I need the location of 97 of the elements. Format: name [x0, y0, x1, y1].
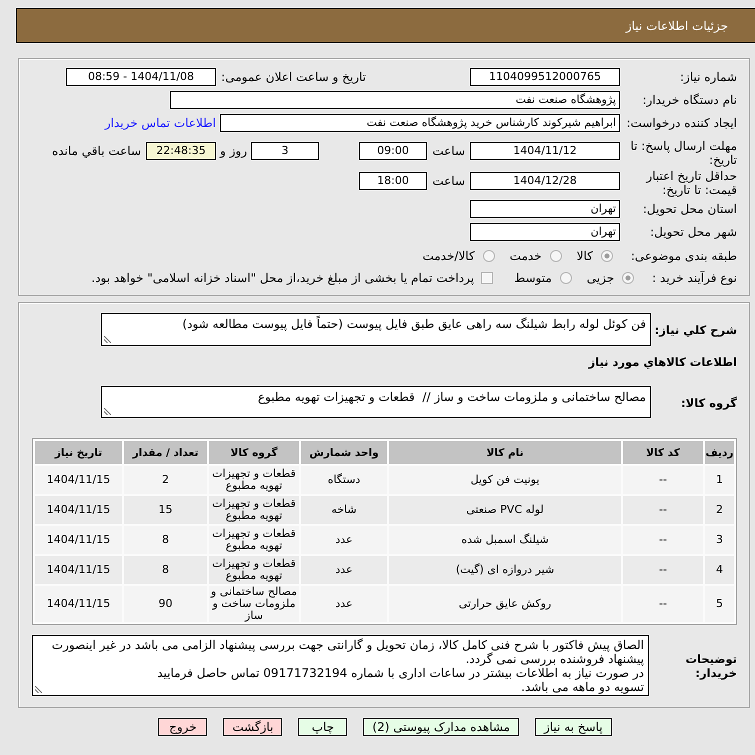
- checkbox[interactable]: [481, 272, 494, 284]
- field-label: مهلت ارسال پاسخ: تا تاریخ:: [629, 139, 737, 167]
- table-cell: --: [623, 556, 703, 584]
- page-title: جزئیات اطلاعات نیاز: [626, 18, 728, 32]
- announce-date-field[interactable]: 1404/11/08 - 08:59: [66, 68, 216, 86]
- field-label: نام دستگاه خریدار:: [642, 93, 737, 107]
- goods-group-field[interactable]: مصالح ساختمانی و ملزومات ساخت و ساز // قطعات و تجهیزات تهویه مطبوع: [101, 386, 651, 418]
- option-label: خدمت: [510, 249, 542, 263]
- days-label: روز و: [218, 143, 247, 160]
- table-cell: 5: [705, 586, 734, 622]
- province-field[interactable]: تهران: [470, 200, 620, 218]
- table-cell: لوله PVC صنعتی: [389, 496, 621, 524]
- field-label: استان محل تحویل:: [642, 202, 737, 216]
- field-label: طبقه بندی موضوعی:: [630, 249, 737, 263]
- table-cell: 1404/11/15: [35, 496, 122, 524]
- table-cell: شیلنگ اسمبل شده: [389, 526, 621, 554]
- table-cell: 4: [705, 556, 734, 584]
- field-label: شماره نیاز:: [679, 70, 737, 84]
- table-cell: یونیت فن کویل: [389, 466, 621, 494]
- table-cell: قطعات و تجهیزات تهویه مطبوع: [209, 496, 299, 524]
- radio-button[interactable]: [622, 272, 634, 284]
- radio-button[interactable]: [560, 272, 572, 284]
- time-field[interactable]: 09:00: [359, 142, 427, 160]
- table-cell: 3: [705, 526, 734, 554]
- table-cell: 8: [124, 556, 207, 584]
- table-cell: 1404/11/15: [35, 586, 122, 622]
- resize-grip-icon[interactable]: [104, 408, 111, 415]
- table-cell: 1404/11/15: [35, 556, 122, 584]
- buyer-notes-field[interactable]: الصاق پیش فاکتور با شرح فنی کامل کالا، زمان تحویل و گارانتی جهت بررسی پیشنهاد الزامی می باشد در غیر اینصورت پیشنهاد فروشنده بررسی نمی گردد. در صورت نیاز به اطلاعات بیشتر در ساعات اداری با شماره 09171732194 تماس حاصل فرمایید تسویه دو ماهه می باشد.: [32, 635, 649, 696]
- field-label: گروه کالا:: [680, 396, 737, 410]
- radio-button[interactable]: [550, 250, 562, 262]
- table-cell: 1404/11/15: [35, 526, 122, 554]
- table-cell: روکش عایق حرارتی: [389, 586, 621, 622]
- column-header: گروه کالا: [209, 441, 299, 464]
- radio-button[interactable]: [482, 250, 495, 262]
- need-number-field[interactable]: 1104099512000765: [470, 68, 620, 86]
- resize-grip-icon[interactable]: [35, 686, 42, 693]
- field-label: حداقل تاریخ اعتبار قیمت: تا تاریخ:: [644, 169, 737, 197]
- field-label: توضیحات خریدار:: [684, 652, 737, 680]
- radio-button[interactable]: [600, 250, 613, 262]
- column-header: تعداد / مقدار: [124, 441, 207, 464]
- contact-link[interactable]: اطلاعات تماس خریدار: [104, 116, 216, 130]
- table-cell: --: [623, 586, 703, 622]
- table-cell: قطعات و تجهیزات تهویه مطبوع: [209, 556, 299, 584]
- table-cell: عدد: [301, 526, 387, 554]
- table-cell: 1404/11/15: [35, 466, 122, 494]
- field-label: شرح کلي نياز:: [654, 322, 737, 336]
- time-label: ساعت: [431, 143, 465, 160]
- table-cell: شاخه: [301, 496, 387, 524]
- table-cell: 90: [124, 586, 207, 622]
- action-button[interactable]: بازگشت: [223, 718, 282, 736]
- table-cell: --: [623, 466, 703, 494]
- time-label: ساعت: [431, 173, 465, 190]
- table-cell: --: [623, 526, 703, 554]
- checkbox-label: پرداخت تمام یا بخشی از مبلغ خرید،از محل "اسناد خزانه اسلامی" خواهد بود.: [91, 271, 474, 285]
- table-cell: 15: [124, 496, 207, 524]
- table-cell: شیر دروازه ای (گیت): [389, 556, 621, 584]
- action-button[interactable]: چاپ: [298, 718, 348, 736]
- table-cell: دستگاه: [301, 466, 387, 494]
- option-label: جزیی: [586, 271, 614, 285]
- remaining-time-field[interactable]: 22:48:35: [146, 142, 216, 160]
- option-label: متوسط: [514, 271, 552, 285]
- table-cell: قطعات و تجهیزات تهویه مطبوع: [209, 466, 299, 494]
- table-cell: --: [623, 496, 703, 524]
- date-field[interactable]: 1404/12/28: [470, 172, 620, 190]
- table-cell: 1: [705, 466, 734, 494]
- days-field[interactable]: 3: [251, 142, 319, 160]
- table-cell: 2: [705, 496, 734, 524]
- table-cell: عدد: [301, 586, 387, 622]
- table-cell: قطعات و تجهیزات تهویه مطبوع: [209, 526, 299, 554]
- table-cell: مصالح ساختمانی و ملزومات ساخت و ساز: [209, 586, 299, 622]
- remaining-label: ساعت باقي مانده: [52, 143, 141, 160]
- field-label: تاریخ و ساعت اعلان عمومی:: [220, 70, 366, 84]
- time-field[interactable]: 18:00: [359, 172, 427, 190]
- description-field[interactable]: فن کوئل لوله رابط شیلنگ سه راهی عایق طبق فایل پیوست (حتماً فایل پیوست مطالعه شود): [101, 313, 651, 346]
- table-cell: 2: [124, 466, 207, 494]
- column-header: نام کالا: [389, 441, 621, 464]
- column-header: واحد شمارش: [301, 441, 387, 464]
- field-label: شهر محل تحویل:: [649, 225, 737, 239]
- buyer-org-field[interactable]: پژوهشگاه صنعت نفت: [170, 91, 620, 109]
- option-label: کالا/خدمت: [422, 249, 475, 263]
- resize-grip-icon[interactable]: [104, 336, 111, 343]
- city-field[interactable]: تهران: [470, 223, 620, 241]
- column-header: تاریخ نیاز: [35, 441, 122, 464]
- requester-field[interactable]: ابراهیم شیرکوند کارشناس خرید پژوهشگاه صنعت نفت: [220, 114, 620, 132]
- action-button[interactable]: پاسخ به نیاز: [534, 718, 612, 736]
- table-cell: 8: [124, 526, 207, 554]
- field-label: نوع فرآیند خرید :: [652, 271, 737, 285]
- action-button[interactable]: خروج: [158, 718, 208, 736]
- column-header: کد کالا: [623, 441, 703, 464]
- action-button[interactable]: مشاهده مدارک پیوستی (2): [363, 718, 519, 736]
- section-title: اطلاعات کالاهاي مورد نياز: [588, 355, 737, 369]
- option-label: کالا: [576, 249, 593, 263]
- column-header: ردیف: [705, 441, 734, 464]
- field-label: ایجاد کننده درخواست:: [625, 116, 737, 130]
- table-cell: عدد: [301, 556, 387, 584]
- date-field[interactable]: 1404/11/12: [470, 142, 620, 160]
